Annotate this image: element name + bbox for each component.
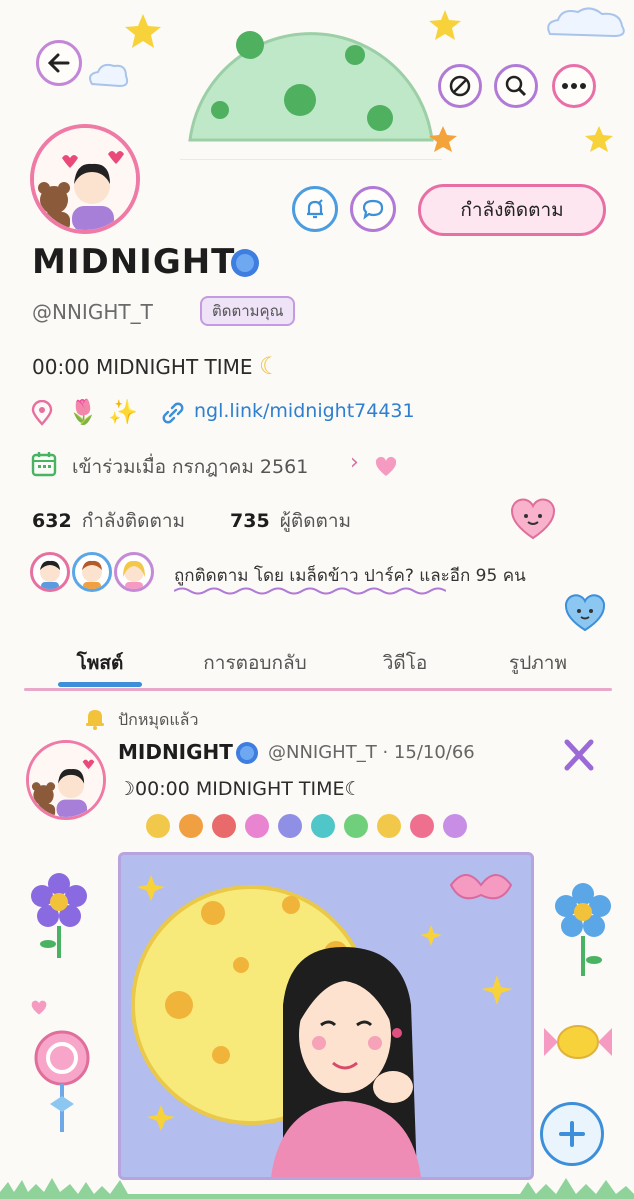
more-button[interactable] xyxy=(552,64,596,108)
blue-flower-decoration xyxy=(555,883,611,976)
follower-avatar[interactable] xyxy=(114,552,154,592)
pin-bell-icon xyxy=(86,710,104,730)
no-sign-icon xyxy=(449,75,471,97)
message-button[interactable] xyxy=(350,186,396,232)
verified-icon xyxy=(236,742,258,764)
wavy-underline xyxy=(174,587,446,595)
tulip-emoji: 🌷 xyxy=(68,398,98,426)
following-button[interactable]: กำลังติดตาม xyxy=(418,184,606,236)
blue-heart-decoration xyxy=(564,594,606,632)
rainbow-dot xyxy=(443,814,467,838)
heart-decoration xyxy=(31,1000,47,1015)
joined-date: เข้าร่วมเมื่อ กรกฎาคม 2561 xyxy=(72,456,309,478)
compose-button[interactable] xyxy=(540,1102,604,1166)
tab-posts[interactable]: โพสต์ xyxy=(40,648,160,678)
x-logo-icon[interactable] xyxy=(562,738,596,772)
following-stat[interactable]: 632 กำลังติดตาม xyxy=(32,506,185,536)
follower-avatar[interactable] xyxy=(30,552,70,592)
notify-bell-icon xyxy=(307,199,323,219)
post-date: 15/10/66 xyxy=(393,742,475,763)
link-icon xyxy=(162,402,184,424)
lollipop-decoration xyxy=(34,1030,90,1132)
tabs-divider xyxy=(24,688,612,691)
more-icon xyxy=(562,83,586,89)
post-text: ☽00:00 MIDNIGHT TIME☾ xyxy=(118,778,362,800)
plus-icon xyxy=(559,1121,585,1147)
tab-videos[interactable]: วิดีโอ xyxy=(350,648,460,678)
follower-avatar-illustration xyxy=(82,560,102,589)
followers-label: ผู้ติดตาม xyxy=(279,510,352,532)
calendar-icon xyxy=(31,452,57,477)
profile-bio: 00:00 MIDNIGHT TIME ☾ xyxy=(32,352,280,380)
candy-decoration xyxy=(544,1025,612,1059)
star-decoration xyxy=(429,126,457,152)
profile-handle: @NNIGHT_T xyxy=(32,300,153,324)
crescent-moon-icon: ☾ xyxy=(258,352,281,380)
post-author[interactable]: MIDNIGHT xyxy=(118,740,233,764)
rainbow-dot xyxy=(245,814,269,838)
rainbow-dot xyxy=(212,814,236,838)
profile-avatar[interactable] xyxy=(30,124,140,234)
moon-illustration xyxy=(180,31,442,160)
post-handle: @NNIGHT_T · 15/10/66 xyxy=(268,742,475,763)
pinned-label: ปักหมุดแล้ว xyxy=(118,710,199,729)
back-arrow-icon xyxy=(47,53,70,73)
tab-replies[interactable]: การตอบกลับ xyxy=(180,648,330,678)
post-image-illustration xyxy=(121,855,531,1177)
cloud-decoration xyxy=(547,7,625,38)
verified-icon xyxy=(231,249,259,277)
search-button[interactable] xyxy=(494,64,538,108)
purple-flower-decoration xyxy=(31,873,87,958)
active-tab-indicator xyxy=(58,682,142,687)
follower-avatar[interactable] xyxy=(72,552,112,592)
rainbow-dot xyxy=(377,814,401,838)
following-button-label: กำลังติดตาม xyxy=(460,199,564,221)
rainbow-dot xyxy=(179,814,203,838)
block-button[interactable] xyxy=(438,64,482,108)
cloud-decoration xyxy=(89,63,129,88)
location-icon xyxy=(31,400,53,426)
followers-count: 735 xyxy=(230,510,270,532)
rainbow-dot xyxy=(278,814,302,838)
sparkles-emoji: ✨ xyxy=(108,398,138,426)
tab-photos[interactable]: รูปภาพ xyxy=(478,648,598,678)
post-handle-text: @NNIGHT_T xyxy=(268,742,377,763)
followed-by-text[interactable]: ถูกติดตาม โดย เมล็ดข้าว ปาร์ค? และอีก 95… xyxy=(174,562,526,589)
chevron-right-icon[interactable]: › xyxy=(350,450,359,475)
post-avatar[interactable] xyxy=(26,740,106,820)
rainbow-dot xyxy=(344,814,368,838)
grass-decoration xyxy=(0,1178,634,1199)
heart-decoration xyxy=(375,456,397,476)
post-separator: · xyxy=(382,742,389,763)
back-button[interactable] xyxy=(36,40,82,86)
avatar-illustration xyxy=(34,128,136,230)
star-decoration xyxy=(125,14,161,48)
followers-stat[interactable]: 735 ผู้ติดตาม xyxy=(230,506,351,536)
smiling-heart-decoration xyxy=(510,498,556,540)
message-icon xyxy=(362,199,384,220)
notify-button[interactable] xyxy=(292,186,338,232)
profile-name: MIDNIGHT xyxy=(32,242,236,282)
profile-link[interactable]: ngl.link/midnight74431 xyxy=(194,400,415,422)
post-image[interactable] xyxy=(118,852,534,1180)
follows-you-badge: ติดตามคุณ xyxy=(200,296,296,326)
follower-avatar-illustration xyxy=(40,560,60,589)
rainbow-dot xyxy=(410,814,434,838)
following-label: กำลังติดตาม xyxy=(81,510,186,532)
follows-you-label: ติดตามคุณ xyxy=(212,302,284,320)
follower-avatar-illustration xyxy=(123,560,145,589)
rainbow-dot xyxy=(311,814,335,838)
search-icon xyxy=(505,75,527,97)
star-decoration xyxy=(429,10,461,40)
post-avatar-illustration xyxy=(29,743,103,817)
following-count: 632 xyxy=(32,510,72,532)
bio-text: 00:00 MIDNIGHT TIME xyxy=(32,355,253,379)
rainbow-dot xyxy=(146,814,170,838)
star-decoration xyxy=(585,126,613,152)
